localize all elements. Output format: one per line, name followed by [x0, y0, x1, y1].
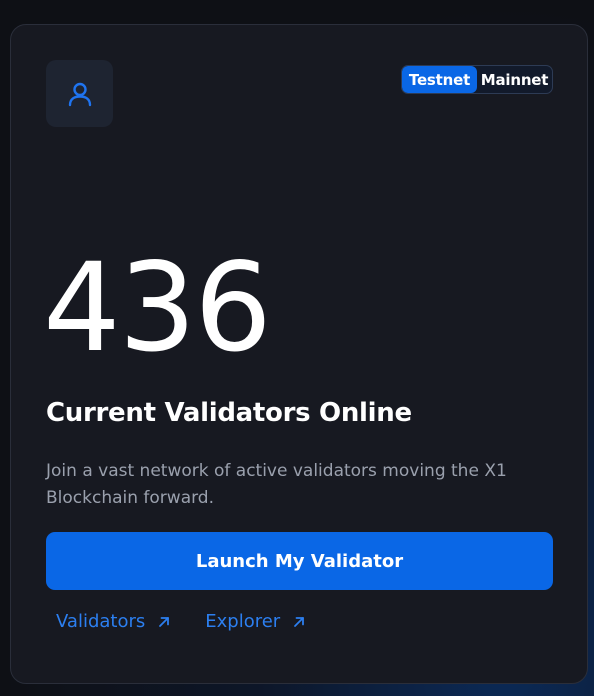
avatar — [46, 60, 113, 127]
arrow-up-right-icon — [157, 615, 171, 629]
arrow-up-right-icon — [292, 615, 306, 629]
footer-links: Validators Explorer — [56, 611, 306, 632]
validators-link-label: Validators — [56, 611, 146, 632]
card-description: Join a vast network of active validators… — [46, 461, 507, 508]
user-icon — [66, 80, 94, 108]
explorer-link[interactable]: Explorer — [205, 611, 306, 632]
network-toggle: Testnet Mainnet — [401, 65, 553, 94]
validators-link[interactable]: Validators — [56, 611, 171, 632]
card-headline: Current Validators Online — [46, 398, 412, 428]
mainnet-toggle-option[interactable]: Mainnet — [477, 66, 552, 93]
testnet-toggle-option[interactable]: Testnet — [402, 66, 477, 93]
explorer-link-label: Explorer — [205, 611, 281, 632]
launch-validator-button[interactable]: Launch My Validator — [46, 532, 553, 590]
validators-card: Testnet Mainnet 436 Current Validators O… — [10, 24, 588, 684]
validator-count: 436 — [43, 237, 272, 379]
